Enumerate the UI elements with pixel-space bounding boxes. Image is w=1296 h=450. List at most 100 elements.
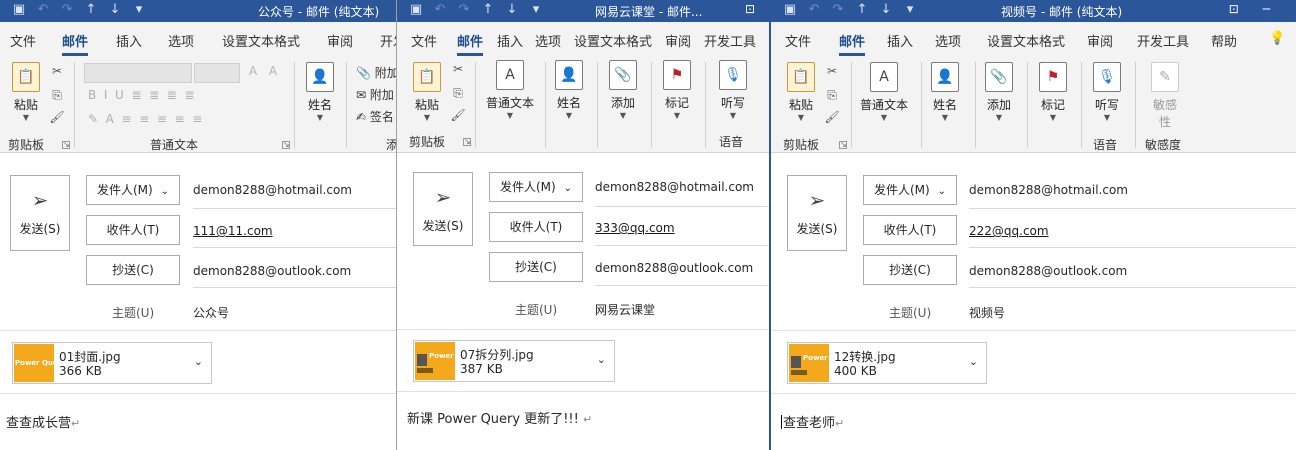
cc-field[interactable]: demon8288@outlook.com [595,261,753,275]
subject-field[interactable]: 公众号 [193,304,229,321]
from-button[interactable]: 发件人(M) ⌄ [86,175,180,205]
down-arrow-icon[interactable]: ↓ [877,2,895,17]
cc-field[interactable]: demon8288@outlook.com [193,264,351,278]
attach-file-button[interactable]: 📎 附加 [356,64,396,81]
dialog-launcher-icon[interactable]: ↘ [282,141,290,149]
from-button[interactable]: 发件人(M) ⌄ [863,175,957,205]
add-button[interactable]: 📎 添加 ▼ [607,60,639,121]
cc-button[interactable]: 抄送(C) [489,252,583,282]
save-icon[interactable]: ▣ [407,2,425,17]
down-arrow-icon[interactable]: ↓ [106,2,124,17]
to-button[interactable]: 收件人(T) [863,215,957,245]
format-painter-icon[interactable]: 🖌 [823,110,841,124]
format-painter-icon[interactable]: 🖌 [48,110,66,124]
bold-italic-underline-icons[interactable]: B I U ≣ ≣ ≣ ≣ [88,88,195,102]
copy-icon[interactable]: ⎘ [449,86,467,101]
redo-icon[interactable]: ↷ [829,2,847,17]
up-arrow-icon[interactable]: ↑ [82,2,100,17]
save-icon[interactable]: ▣ [781,2,799,17]
dictate-button[interactable]: 🎙 听写 ▼ [717,60,749,121]
tab-format-text[interactable]: 设置文本格式 [574,31,652,50]
minimize-icon[interactable]: ─ [1263,2,1270,16]
subject-field[interactable]: 网易云课堂 [595,301,655,318]
tab-insert[interactable]: 插入 [497,31,523,50]
to-field[interactable]: 333@qq.com [595,221,675,235]
paste-button[interactable]: 📋 粘贴 ▼ [411,62,443,123]
message-body[interactable]: 新课 Power Query 更新了!!! ↵ [407,408,592,427]
to-field[interactable]: 222@qq.com [969,224,1049,238]
copy-icon[interactable]: ⎘ [823,88,841,103]
message-body[interactable]: 查查老师↵ [781,412,844,431]
tab-help[interactable]: 帮助 [1211,31,1237,50]
add-button[interactable]: 📎 添加 ▼ [983,62,1015,123]
grow-font-icon[interactable]: A [244,64,262,78]
ribbon-display-icon[interactable]: ⊡ [1229,2,1239,16]
lightbulb-icon[interactable]: 💡 [1269,31,1285,46]
redo-icon[interactable]: ↷ [455,2,473,17]
redo-icon[interactable]: ↷ [58,2,76,17]
undo-icon[interactable]: ↶ [34,2,52,17]
address-book-button[interactable]: 👤 姓名 ▼ [304,62,336,123]
dialog-launcher-icon[interactable]: ↘ [463,138,471,146]
font-name-combo[interactable] [84,63,192,83]
up-arrow-icon[interactable]: ↑ [853,2,871,17]
from-button[interactable]: 发件人(M) ⌄ [489,172,583,202]
tab-options[interactable]: 选项 [935,31,961,50]
tab-message[interactable]: 邮件 [62,31,89,56]
send-button[interactable]: ➢ 发送(S) [10,175,70,251]
ribbon-display-icon[interactable]: ⊡ [745,2,755,16]
message-body[interactable]: 查查成长营↵ [6,412,80,431]
tab-review[interactable]: 审阅 [327,31,353,50]
tab-review[interactable]: 审阅 [665,31,691,50]
dictate-button[interactable]: 🎙 听写 ▼ [1091,62,1123,123]
paste-button[interactable]: 📋 粘贴 ▼ [10,62,42,123]
address-book-button[interactable]: 👤 姓名 ▼ [929,62,961,123]
tab-message[interactable]: 邮件 [457,31,484,56]
flag-button[interactable]: ⚑ 标记 ▼ [1037,62,1069,123]
tab-file[interactable]: 文件 [785,31,811,50]
tab-file[interactable]: 文件 [10,31,36,50]
basic-text-button[interactable]: A 普通文本 ▼ [857,62,911,123]
cc-button[interactable]: 抄送(C) [863,255,957,285]
to-field[interactable]: 111@11.com [193,224,273,238]
attachment-card[interactable]: Power 07拆分列.jpg 387 KB ⌄ [413,340,615,382]
chevron-down-icon[interactable]: ⌄ [969,355,978,368]
signature-button[interactable]: ✍ 签名 [356,108,394,125]
format-painter-icon[interactable]: 🖌 [449,108,467,122]
customize-qat-icon[interactable]: ▾ [527,2,545,17]
tab-format-text[interactable]: 设置文本格式 [987,31,1065,50]
tab-format-text[interactable]: 设置文本格式 [222,31,300,50]
dialog-launcher-icon[interactable]: ↘ [839,141,847,149]
tab-insert[interactable]: 插入 [116,31,142,50]
copy-icon[interactable]: ⎘ [48,88,66,103]
highlight-fontcolor-align-icons[interactable]: ✎ A ≡ ≡ ≡ ≡ ≡ [88,112,202,126]
up-arrow-icon[interactable]: ↑ [479,2,497,17]
shrink-font-icon[interactable]: A [264,64,282,78]
tab-developer[interactable]: 开发工具 [1137,31,1189,50]
paste-button[interactable]: 📋 粘贴 ▼ [785,62,817,123]
tab-developer[interactable]: 开发工具 [704,31,756,50]
tab-developer[interactable]: 开发 [380,31,396,50]
subject-field[interactable]: 视频号 [969,304,1005,321]
attachment-card[interactable]: Power 12转换.jpg 400 KB ⌄ [787,342,987,384]
chevron-down-icon[interactable]: ⌄ [194,355,203,368]
undo-icon[interactable]: ↶ [805,2,823,17]
cut-icon[interactable]: ✂ [823,64,841,78]
to-button[interactable]: 收件人(T) [489,212,583,242]
cut-icon[interactable]: ✂ [449,62,467,76]
customize-qat-icon[interactable]: ▾ [901,2,919,17]
chevron-down-icon[interactable]: ⌄ [597,353,606,366]
dialog-launcher-icon[interactable]: ↘ [62,141,70,149]
cc-field[interactable]: demon8288@outlook.com [969,264,1127,278]
tab-insert[interactable]: 插入 [887,31,913,50]
cut-icon[interactable]: ✂ [48,64,66,78]
sensitivity-button[interactable]: ✎ 敏感 性 [1149,62,1181,130]
attach-item-button[interactable]: ✉ 附加 [356,86,394,103]
tab-options[interactable]: 选项 [168,31,194,50]
customize-qat-icon[interactable]: ▾ [130,2,148,17]
cc-button[interactable]: 抄送(C) [86,255,180,285]
address-book-button[interactable]: 👤 姓名 ▼ [553,60,585,121]
save-icon[interactable]: ▣ [10,2,28,17]
send-button[interactable]: ➢ 发送(S) [787,175,847,251]
down-arrow-icon[interactable]: ↓ [503,2,521,17]
